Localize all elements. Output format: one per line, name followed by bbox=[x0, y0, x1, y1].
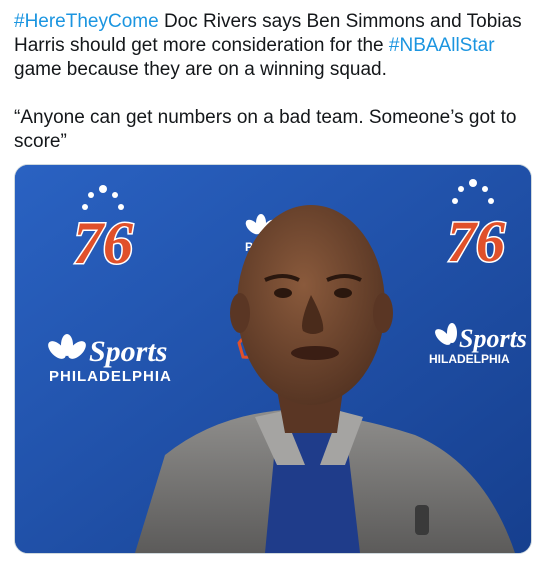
city-wordmark: HILADELPHIA bbox=[429, 352, 510, 366]
tweet-paragraph-1: #HereTheyCome Doc Rivers says Ben Simmon… bbox=[14, 10, 534, 82]
sponsor-wordmark: Sports bbox=[459, 324, 527, 353]
hashtag-link[interactable]: #HereTheyCome bbox=[14, 11, 159, 32]
logo-number: 76 bbox=[447, 209, 505, 274]
tweet-text: #HereTheyCome Doc Rivers says Ben Simmon… bbox=[14, 10, 534, 154]
tweet-media-image[interactable]: 76 76 Sports PHILADELPHIA PHIL bbox=[14, 164, 532, 554]
tweet-text-segment: game because they are on a winning squad… bbox=[14, 59, 387, 80]
press-conference-photo: 76 76 Sports PHILADELPHIA PHIL bbox=[15, 165, 531, 553]
logo-number: 76 bbox=[73, 210, 133, 276]
lapel-mic bbox=[415, 505, 429, 535]
hashtag-link[interactable]: #NBAAllStar bbox=[389, 35, 495, 56]
city-wordmark: PHILADELPHIA bbox=[49, 368, 172, 385]
tweet-quote: “Anyone can get numbers on a bad team. S… bbox=[14, 107, 517, 152]
sponsor-wordmark: Sports bbox=[89, 335, 167, 368]
